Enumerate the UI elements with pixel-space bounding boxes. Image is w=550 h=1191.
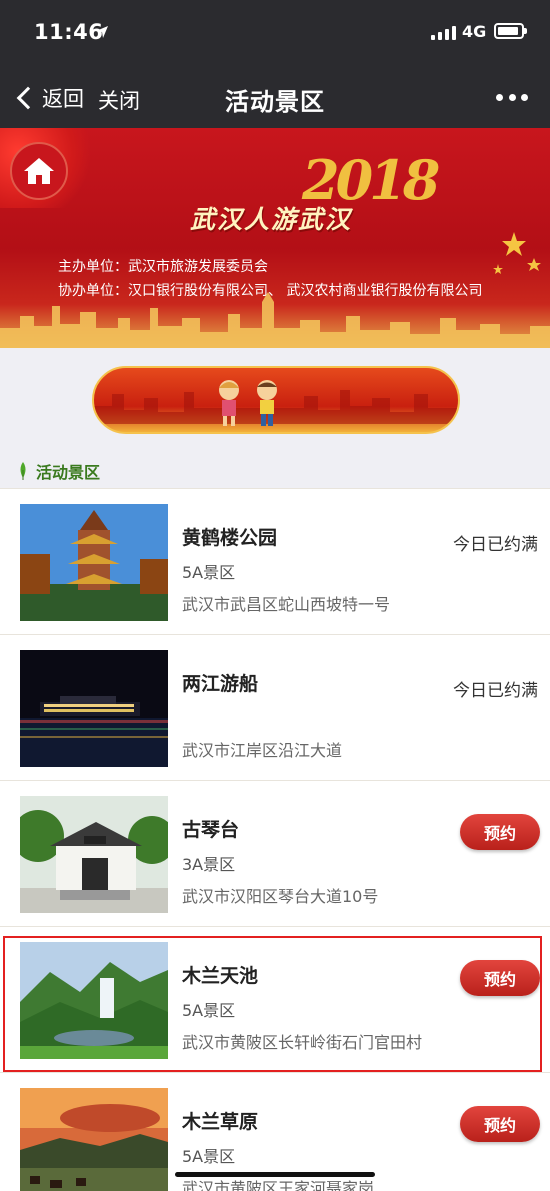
banner-slogan: 武汉人游武汉 [190, 205, 353, 234]
spot-thumbnail [20, 650, 168, 767]
event-banner: 2018 武汉人游武汉 主办单位：武汉市旅游发展委员会 协办单位：汉口银行股份有… [0, 128, 550, 348]
spot-name: 木兰天池 [182, 965, 259, 987]
signal-icon [431, 26, 457, 40]
status-bar: 11:46 4G [0, 18, 550, 48]
spot-thumbnail [20, 942, 168, 1059]
navigation-bar: 返回 关闭 活动景区 [0, 72, 550, 122]
home-indicator[interactable] [175, 1172, 375, 1177]
banner-host: 主办单位：武汉市旅游发展委员会 [58, 259, 268, 275]
home-button[interactable] [10, 142, 68, 200]
top-bar: 11:46 4G 返回 关闭 活动景区 [0, 0, 550, 128]
network-type: 4G [462, 22, 487, 41]
spot-grade: 5A景区 [182, 1147, 236, 1166]
promo-pill-button[interactable] [92, 366, 460, 434]
location-arrow-icon [96, 26, 108, 38]
spot-grade: 5A景区 [182, 563, 236, 582]
spot-address: 武汉市武昌区蛇山西坡特一号 [182, 595, 391, 614]
city-skyline-decoration [0, 292, 550, 348]
list-item[interactable]: 古琴台 3A景区 武汉市汉阳区琴台大道10号 预约 [0, 780, 550, 926]
spot-thumbnail [20, 1088, 168, 1191]
app-screen: 11:46 4G 返回 关闭 活动景区 2018 武汉人游武汉 主办单位：武汉市… [0, 0, 550, 1191]
fully-booked-label: 今日已约满 [453, 535, 538, 555]
spot-address: 武汉市黄陂区长轩岭街石门官田村 [182, 1033, 423, 1052]
spot-grade: 3A景区 [182, 855, 236, 874]
book-button[interactable]: 预约 [460, 960, 540, 996]
battery-icon [494, 23, 527, 39]
more-options-icon[interactable] [496, 94, 528, 102]
stars-decoration [493, 232, 541, 274]
status-time: 11:46 [34, 20, 104, 44]
page-title: 活动景区 [225, 88, 325, 116]
list-item[interactable]: 木兰天池 5A景区 武汉市黄陂区长轩岭街石门官田村 预约 [0, 926, 550, 1072]
spot-thumbnail [20, 504, 168, 621]
home-icon [24, 158, 54, 184]
spot-address: 武汉市黄陂区王家河聂家岗 [182, 1179, 375, 1191]
spot-name: 木兰草原 [182, 1111, 259, 1133]
cartoon-boy-icon [257, 380, 277, 426]
spot-grade: 5A景区 [182, 1001, 236, 1020]
fully-booked-label: 今日已约满 [453, 681, 538, 701]
spot-name: 古琴台 [182, 819, 240, 841]
spot-name: 黄鹤楼公园 [182, 527, 278, 549]
cartoon-girl-icon [219, 380, 239, 426]
spot-address: 武汉市汉阳区琴台大道10号 [182, 887, 379, 906]
spot-name: 两江游船 [182, 673, 259, 695]
list-item[interactable]: 黄鹤楼公园 5A景区 武汉市武昌区蛇山西坡特一号 今日已约满 [0, 488, 550, 634]
leaf-icon [20, 462, 26, 480]
section-header: 活动景区 [18, 458, 100, 484]
book-button[interactable]: 预约 [460, 814, 540, 850]
section-label: 活动景区 [36, 463, 101, 482]
list-item[interactable]: 两江游船 武汉市江岸区沿江大道 今日已约满 [0, 634, 550, 780]
book-button[interactable]: 预约 [460, 1106, 540, 1142]
spot-list: 黄鹤楼公园 5A景区 武汉市武昌区蛇山西坡特一号 今日已约满 两江游船 武汉市江… [0, 488, 550, 1191]
spot-address: 武汉市江岸区沿江大道 [182, 741, 343, 760]
spot-thumbnail [20, 796, 168, 913]
